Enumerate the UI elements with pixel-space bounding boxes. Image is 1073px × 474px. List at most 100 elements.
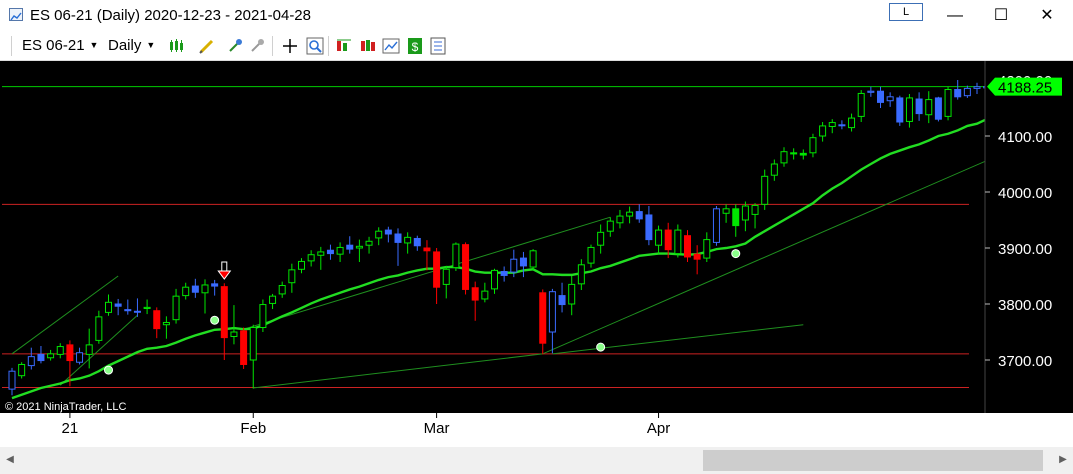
- candle: [433, 248, 441, 304]
- candle: [732, 204, 740, 237]
- candle-body: [211, 283, 219, 287]
- candle-body: [269, 295, 277, 304]
- candle-body: [867, 90, 875, 93]
- candle: [413, 235, 421, 251]
- candle: [809, 133, 817, 158]
- y-tick-label: 4100.00: [998, 129, 1052, 146]
- candle: [105, 294, 112, 316]
- candle: [249, 324, 257, 389]
- candle: [925, 91, 933, 124]
- candle-body: [18, 363, 26, 377]
- candle-body: [259, 304, 267, 329]
- candle: [597, 224, 605, 254]
- candle-body: [674, 229, 682, 255]
- candle-body: [298, 260, 305, 270]
- trend-line: [253, 353, 543, 389]
- candle-body: [85, 344, 93, 355]
- candle: [500, 266, 508, 282]
- candle: [230, 305, 238, 345]
- candle-body: [37, 353, 45, 362]
- candle: [37, 346, 45, 364]
- scroll-thumb[interactable]: [703, 450, 1043, 471]
- candle-body: [452, 243, 460, 269]
- candle-body: [230, 331, 238, 337]
- candle-body: [471, 287, 479, 301]
- candle-body: [819, 125, 827, 137]
- candle: [655, 225, 663, 254]
- candle-body: [799, 152, 807, 156]
- candle-body: [491, 269, 498, 290]
- candle-body: [510, 258, 518, 273]
- candle: [375, 227, 383, 246]
- candle-body: [751, 204, 759, 215]
- candle: [828, 119, 836, 134]
- candle: [85, 328, 93, 369]
- candle: [384, 226, 392, 243]
- candle-body: [355, 245, 363, 249]
- candle-body: [761, 175, 769, 205]
- candle: [944, 86, 952, 121]
- arrow-head: [217, 270, 232, 280]
- candle-body: [105, 301, 112, 313]
- candle-body: [597, 231, 605, 246]
- x-axis-strip: [0, 413, 1073, 447]
- candle: [558, 282, 566, 313]
- candle: [336, 242, 344, 262]
- price-chart[interactable]: 3700.003800.003900.004000.004100.004200.…: [0, 0, 1073, 447]
- candle-body: [934, 97, 942, 120]
- candle: [539, 289, 547, 355]
- candle: [404, 232, 412, 254]
- candle-body: [732, 208, 740, 227]
- candle-body: [877, 90, 884, 103]
- candle-body: [519, 257, 527, 267]
- candle: [519, 251, 527, 278]
- candle: [355, 239, 363, 262]
- candle: [896, 95, 904, 126]
- scroll-left-icon[interactable]: ◀: [2, 451, 18, 469]
- candle-body: [529, 250, 537, 268]
- candle-body: [153, 310, 161, 330]
- candle-body: [790, 152, 798, 155]
- candle-body: [712, 208, 720, 243]
- candle: [616, 209, 624, 229]
- candle-body: [114, 303, 122, 307]
- candle: [973, 82, 981, 94]
- candle: [220, 283, 228, 360]
- candle-body: [336, 246, 344, 255]
- candle-body: [133, 310, 141, 313]
- candle-body: [780, 151, 788, 164]
- candle: [18, 362, 26, 379]
- candle: [761, 169, 769, 210]
- candle-body: [365, 240, 373, 246]
- copyright-text: © 2021 NinjaTrader, LLC: [5, 401, 126, 413]
- candle: [346, 236, 354, 254]
- candle: [317, 246, 325, 270]
- candle-body: [770, 163, 778, 176]
- candle: [819, 122, 827, 142]
- candle-body: [587, 246, 595, 264]
- candle-body: [616, 215, 624, 224]
- scroll-right-icon[interactable]: ▶: [1055, 451, 1071, 469]
- candle-body: [201, 284, 209, 294]
- candle: [182, 282, 190, 300]
- candle: [240, 327, 248, 369]
- candle: [162, 316, 170, 339]
- candle: [587, 244, 595, 268]
- candle-body: [606, 220, 614, 232]
- candle-body: [809, 137, 817, 154]
- candle-body: [191, 285, 199, 293]
- candle: [462, 242, 470, 295]
- candle: [886, 92, 894, 107]
- x-tick-label: Feb: [240, 420, 266, 437]
- candle: [47, 349, 55, 361]
- candle: [442, 265, 450, 299]
- trend-line: [11, 275, 119, 355]
- candle-body: [684, 235, 691, 258]
- horizontal-scrollbar[interactable]: ◀ ▶: [0, 447, 1073, 474]
- candle: [857, 90, 865, 122]
- candle: [27, 347, 35, 370]
- candle-body: [249, 327, 257, 361]
- candle: [191, 278, 199, 298]
- candle: [95, 310, 103, 344]
- candle-body: [848, 117, 856, 129]
